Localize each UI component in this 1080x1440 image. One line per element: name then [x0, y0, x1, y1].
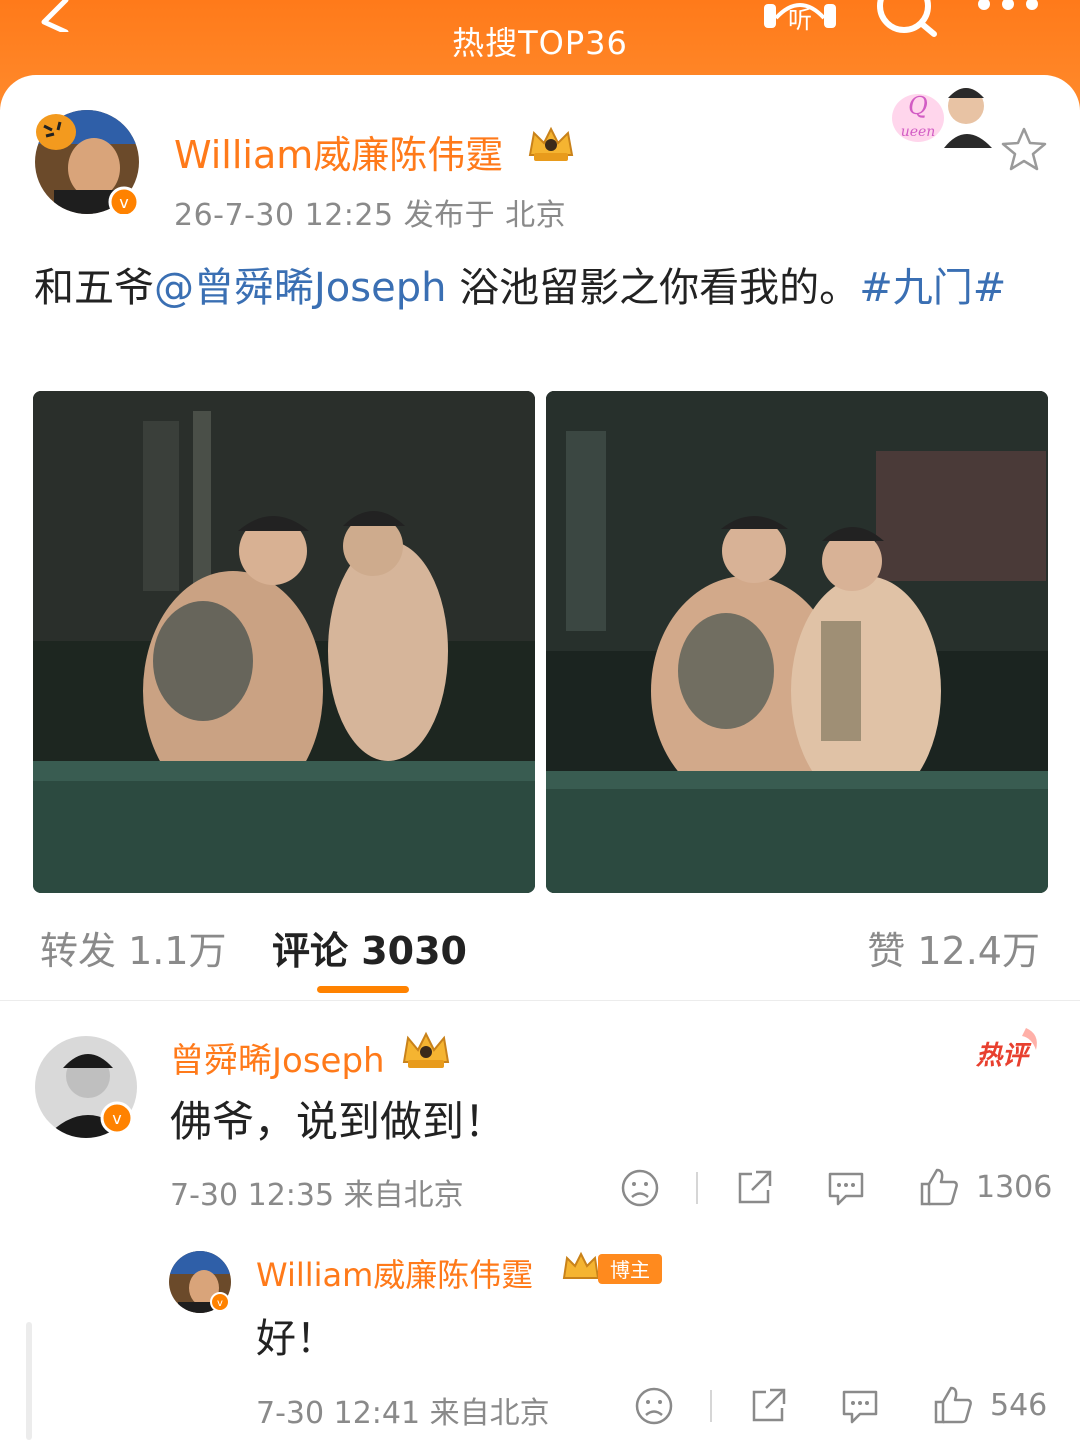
commenter-avatar[interactable]: v	[33, 1034, 139, 1140]
svg-text:v: v	[119, 193, 128, 212]
commenter-name[interactable]: 曾舜晞Joseph	[170, 1033, 385, 1082]
reply-meta: 7-30 12:41 来自北京	[256, 1396, 550, 1431]
tab-like[interactable]: 赞 12.4万	[867, 920, 1040, 975]
reply-text: 好！	[256, 1316, 336, 1362]
reply-like-count: 546	[990, 1388, 1048, 1423]
tab-repost[interactable]: 转发 1.1万	[40, 920, 227, 975]
post-text-prefix: 和五爷	[34, 265, 154, 311]
user-mention-link[interactable]: @曾舜晞Joseph	[154, 265, 446, 311]
comment-like-count: 1306	[976, 1170, 1053, 1205]
reply-icon[interactable]	[826, 1168, 866, 1208]
svg-text:v: v	[112, 1109, 121, 1128]
crown-badge-icon	[528, 126, 574, 161]
author-name[interactable]: William威廉陈伟霆	[174, 124, 503, 179]
post-text-body: 浴池留影之你看我的。	[446, 265, 860, 311]
favorite-star-icon[interactable]	[1000, 126, 1048, 172]
like-icon[interactable]	[918, 1166, 960, 1208]
profile-sticker: Q ueen	[892, 88, 992, 148]
divider	[0, 1000, 1080, 1001]
svg-text:ueen: ueen	[901, 124, 936, 140]
crown-badge-icon	[402, 1031, 450, 1068]
author-tag-label: 博主	[610, 1258, 650, 1282]
action-separator	[710, 1390, 712, 1422]
more-icon[interactable]	[976, 0, 1040, 16]
svg-text:v: v	[217, 1298, 223, 1309]
search-icon[interactable]	[876, 0, 938, 38]
dislike-icon[interactable]	[634, 1386, 674, 1426]
reply-thread-line	[26, 1322, 32, 1440]
author-tag-badge: 博主	[562, 1251, 662, 1284]
hot-comment-label: 热评	[975, 1041, 1032, 1070]
reply-author-name[interactable]: William威廉陈伟霆	[256, 1250, 533, 1296]
post-time-location: 26-7-30 12:25 发布于 北京	[174, 198, 567, 233]
reply-author-avatar[interactable]: v	[168, 1250, 232, 1314]
share-icon[interactable]	[734, 1168, 774, 1208]
tab-comment[interactable]: 评论 3030	[272, 920, 467, 975]
post-photo-2[interactable]	[546, 391, 1048, 893]
reply-icon[interactable]	[840, 1386, 880, 1426]
comment-text: 佛爷，说到做到！	[170, 1097, 507, 1146]
like-icon[interactable]	[932, 1384, 974, 1426]
share-icon[interactable]	[748, 1386, 788, 1426]
svg-text:听: 听	[788, 6, 812, 34]
post-body: 和五爷@曾舜晞Joseph 浴池留影之你看我的。#九门#	[34, 256, 1046, 320]
hot-comment-badge: 热评	[975, 1028, 1037, 1070]
post-photo-1[interactable]	[33, 391, 535, 893]
action-separator	[696, 1172, 698, 1204]
svg-text:Q: Q	[908, 92, 928, 120]
topic-link[interactable]: #九门#	[859, 265, 1006, 311]
author-avatar[interactable]: v	[34, 104, 140, 214]
listen-icon[interactable]: 听	[762, 0, 838, 34]
dislike-icon[interactable]	[620, 1168, 660, 1208]
active-tab-indicator	[317, 986, 409, 993]
comment-meta: 7-30 12:35 来自北京	[170, 1178, 464, 1213]
